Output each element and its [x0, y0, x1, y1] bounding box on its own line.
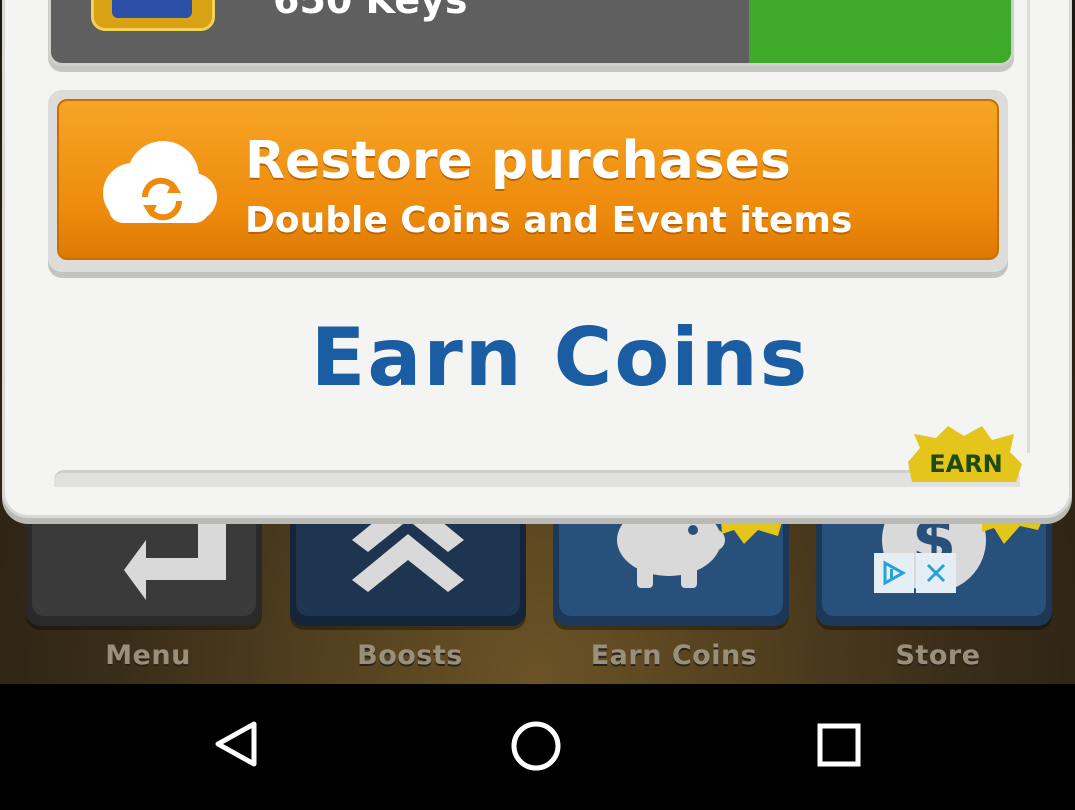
- ad-choices-chip[interactable]: [874, 553, 956, 593]
- earn-coins-heading: Earn Coins: [310, 311, 810, 404]
- nav-menu-label: Menu: [105, 640, 191, 671]
- restore-purchases-button[interactable]: Restore purchases Double Coins and Event…: [48, 90, 1008, 272]
- restore-subtitle: Double Coins and Event items: [245, 200, 853, 241]
- double-chevron-up-icon: [352, 500, 464, 592]
- keys-label: 650 Keys: [273, 0, 468, 22]
- keys-price-button[interactable]: [749, 0, 1011, 63]
- nav-menu-button[interactable]: [26, 500, 262, 626]
- earn-starburst-label: EARN: [908, 426, 1022, 482]
- nav-store-label: Store: [895, 640, 981, 671]
- home-icon[interactable]: [496, 704, 576, 784]
- nav-boosts-button[interactable]: [290, 500, 526, 626]
- nav-earn-coins-label: Earn Coins: [590, 640, 758, 671]
- keys-purchase-row[interactable]: 650 Keys: [48, 0, 1014, 66]
- cloud-sync-icon: [103, 141, 217, 223]
- ad-close-icon[interactable]: [916, 553, 956, 593]
- restore-title: Restore purchases: [245, 131, 791, 191]
- nav-boosts-label: Boosts: [357, 640, 463, 671]
- system-navigation-bar: [0, 684, 1075, 810]
- adchoices-icon[interactable]: [874, 553, 914, 593]
- svg-text:EARN: EARN: [929, 450, 1003, 478]
- recents-icon[interactable]: [800, 704, 880, 784]
- back-icon[interactable]: [196, 704, 276, 784]
- earn-offer-row[interactable]: [54, 470, 1020, 487]
- return-arrow-icon: [124, 510, 226, 600]
- keys-bundle-icon: [91, 0, 215, 31]
